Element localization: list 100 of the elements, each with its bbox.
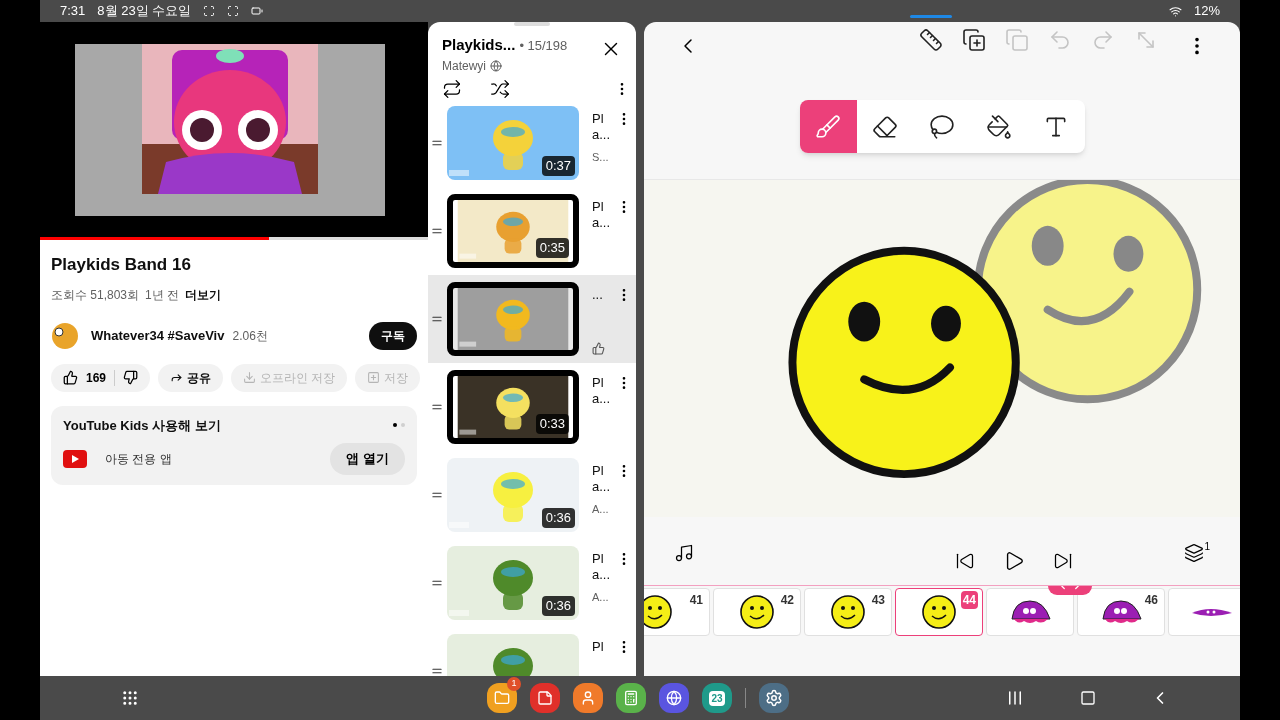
calendar-app-icon[interactable]: 23 (702, 683, 732, 713)
notification-badge: 1 (507, 677, 521, 691)
channel-name[interactable]: Whatever34 #SaveViv (91, 325, 225, 346)
item-title-line: Pl (592, 198, 605, 215)
save-icon (367, 371, 381, 384)
battery-level: 12% (1193, 2, 1220, 21)
eraser-icon (872, 113, 898, 140)
date: 8월 23일 수요일 (97, 2, 192, 21)
item-title-line: a... (592, 214, 612, 231)
item-title-line: Pl (592, 638, 605, 655)
item-title-line: a... (592, 566, 612, 583)
item-title-line: ... (592, 286, 604, 303)
item-channel: S... (592, 149, 610, 165)
view-count: 조회수 51,803회 (51, 286, 140, 304)
card-subtitle: 아동 전용 앱 (105, 451, 173, 468)
clock: 7:31 (60, 2, 86, 21)
ruler-icon (919, 27, 943, 52)
frame-thumbnail[interactable]: 42 (713, 588, 801, 636)
dislike-icon[interactable] (123, 370, 139, 385)
apps-grid-icon[interactable] (121, 689, 139, 707)
frame-thumbnail[interactable]: 41 (644, 588, 710, 636)
frame-number: 42 (779, 592, 795, 609)
duration-badge: 0:33 (535, 414, 569, 434)
battery-icon (251, 5, 264, 17)
share-icon (170, 371, 184, 384)
calendar-date: 23 (709, 690, 725, 706)
frame-thumbnail[interactable]: 46 (1077, 588, 1165, 636)
calculator-app-icon[interactable] (616, 683, 646, 713)
frame-number: 44 (960, 591, 978, 609)
home-icon[interactable] (1080, 690, 1096, 706)
smiley-drawing (921, 594, 957, 630)
frame-thumbnail[interactable]: 43 (804, 588, 892, 636)
open-app-button[interactable]: 앱 열기 (330, 443, 405, 475)
more-link[interactable]: 더보기 (185, 285, 222, 304)
duration-badge: 0:35 (535, 238, 569, 258)
skip-back-icon[interactable] (955, 551, 976, 571)
like-icon[interactable] (63, 370, 78, 385)
screen-capture-icon (227, 5, 240, 17)
duration-badge: 0:36 (541, 596, 575, 616)
calculator-glyph-icon (623, 690, 639, 706)
subscribe-button[interactable]: 구독 (369, 321, 417, 350)
frame-thumbnail[interactable] (986, 588, 1074, 636)
notes-glyph-icon (537, 690, 553, 706)
playlist-item[interactable]: ... (428, 274, 636, 363)
smiley-drawing (830, 594, 866, 630)
playlist-title: Playkids... (442, 35, 516, 55)
drag-handle[interactable] (514, 22, 550, 26)
channel-avatar (51, 321, 79, 350)
shuffle-icon[interactable] (490, 78, 510, 99)
fill-icon (986, 113, 1012, 140)
like-count: 169 (86, 369, 107, 387)
video-title: Playkids Band 16 (51, 254, 192, 276)
item-title-line: Pl (592, 110, 605, 127)
globe-icon (490, 59, 502, 72)
repeat-icon[interactable] (442, 78, 462, 99)
brush-tool[interactable] (799, 100, 857, 153)
frame-number: 46 (1143, 592, 1159, 609)
frame-number: 43 (870, 592, 886, 609)
frame-number: 41 (688, 592, 704, 609)
item-title-line: a... (592, 478, 612, 495)
brush-icon (815, 113, 841, 140)
smiley-drawing (644, 594, 673, 630)
playlist-position: • 15/198 (519, 37, 568, 55)
item-channel: A... (592, 501, 610, 517)
download-icon (243, 371, 257, 384)
layer-count: 1 (1204, 540, 1210, 554)
duplicate-icon (962, 27, 986, 52)
item-title-line: a... (592, 126, 612, 143)
item-channel: A... (592, 589, 610, 605)
smiley-drawing (739, 594, 775, 630)
play-logo-icon (63, 450, 87, 468)
ruler-button[interactable] (910, 14, 952, 52)
music-icon[interactable] (674, 543, 694, 563)
action-button[interactable]: 공유 (158, 363, 224, 392)
contacts-app-icon[interactable] (573, 683, 603, 713)
copy-icon (1005, 27, 1029, 52)
like-icon[interactable] (592, 341, 605, 355)
upload-age: 1년 전 (145, 286, 180, 304)
item-title-line: Pl (592, 374, 605, 391)
frame-thumbnail[interactable]: 44 (895, 588, 983, 636)
notes-app-icon[interactable] (530, 683, 560, 713)
duration-badge: 0:37 (541, 156, 575, 176)
wifi-icon (1168, 4, 1182, 18)
settings-app-icon[interactable] (759, 683, 789, 713)
duration-badge: 0:36 (541, 508, 575, 528)
subscriber-count: 2.06천 (232, 327, 268, 345)
item-title-line: Pl (592, 550, 605, 567)
browser-glyph-icon (666, 690, 682, 706)
frame-thumbnail[interactable] (1168, 588, 1240, 636)
layers-icon[interactable] (1184, 543, 1205, 563)
video-player[interactable] (40, 22, 428, 237)
recents-icon[interactable] (1006, 689, 1024, 707)
gear-icon (765, 689, 783, 707)
item-title-line: a... (592, 390, 612, 407)
item-title-line: Pl (592, 462, 605, 479)
skip-forward-icon[interactable] (1053, 551, 1074, 571)
lasso-icon (929, 113, 955, 140)
card-title: YouTube Kids 사용해 보기 (63, 416, 222, 435)
browser-app-icon[interactable] (659, 683, 689, 713)
folder-glyph-icon (494, 690, 510, 706)
